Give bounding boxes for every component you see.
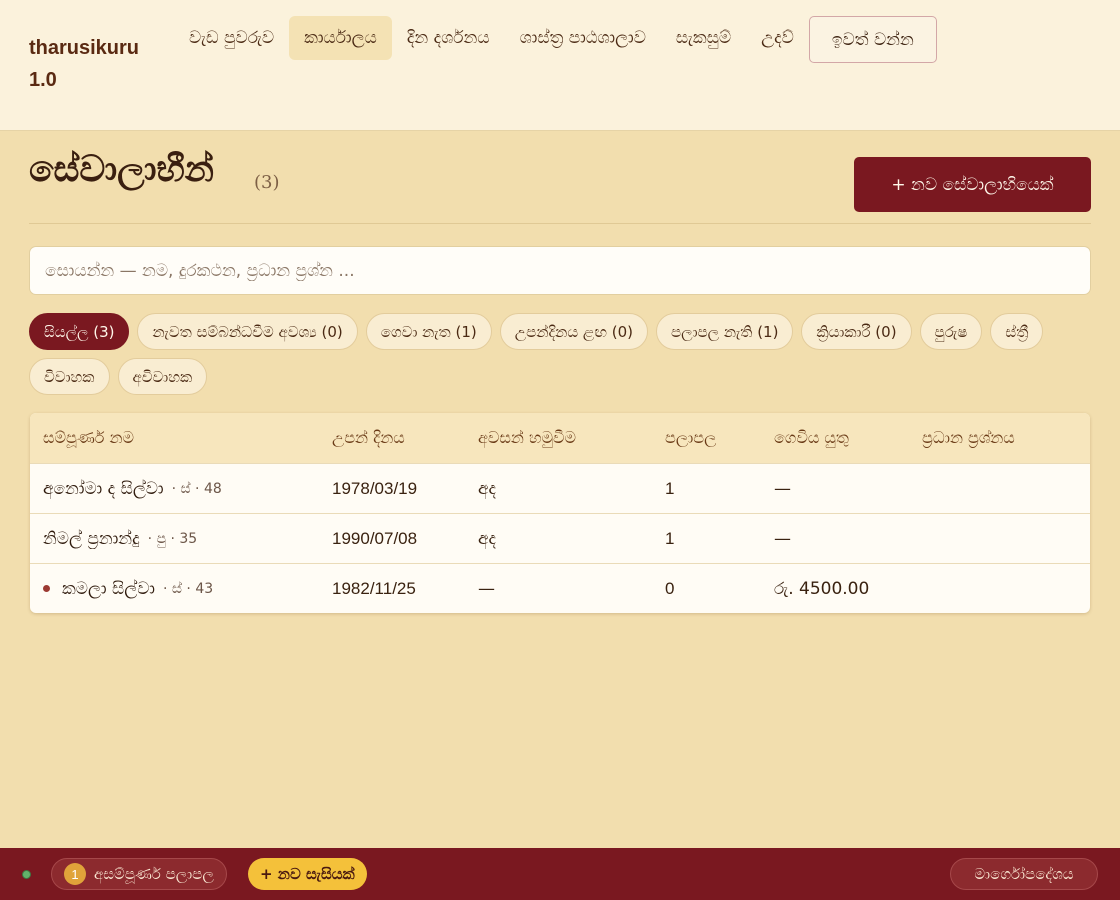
incomplete-readings-label: අසම්පූර්ණ පලාපල	[94, 865, 214, 883]
pending-count-badge: 1	[64, 863, 86, 885]
col-header-readings[interactable]: පලාපල	[665, 428, 774, 448]
readings-cell: 0	[665, 578, 675, 598]
filter-needs-followup[interactable]: නැවත සම්බන්ධවීම අවශ්‍ය (0)	[137, 313, 358, 350]
client-meta: · ස් · 43	[163, 580, 214, 597]
filter-birthday-soon[interactable]: උපන්දිනය ළඟ (0)	[499, 313, 648, 350]
filter-married[interactable]: විවාහක	[29, 358, 110, 395]
last-meeting-cell: අද	[478, 528, 497, 549]
client-count: (3)	[254, 172, 280, 193]
top-bar: tharusikuru 1.0 වැඩ පුවරුව කාර්යාලය දින …	[0, 0, 1120, 131]
app-brand: tharusikuru 1.0	[29, 37, 140, 91]
client-name: නිමල් ප්‍රනාන්දු	[43, 528, 140, 549]
filter-unmarried[interactable]: අවිවාහක	[117, 358, 208, 395]
nav-item-office[interactable]: කාර්යාලය	[289, 16, 392, 60]
col-header-amount-due[interactable]: ගෙවිය යුතු	[774, 428, 922, 448]
dob-cell: 1990/07/08	[332, 528, 418, 548]
table-row[interactable]: නිමල් ප්‍රනාන්දු · පු · 35 1990/07/08 අද…	[30, 513, 1090, 563]
page-title: සේවාලාභීන්	[29, 148, 215, 190]
nav-item-calendar[interactable]: දින දර්ශනය	[392, 16, 505, 60]
main-nav: වැඩ පුවරුව කාර්යාලය දින දර්ශනය ශාස්ත්‍ර …	[174, 16, 954, 63]
filter-female[interactable]: ස්ත්‍රී	[990, 313, 1044, 350]
col-header-main-issue[interactable]: ප්‍රධාන ප්‍රශ්නය	[922, 428, 1090, 448]
client-name: අනෝමා ද සිල්වා	[43, 478, 164, 499]
search-input[interactable]	[29, 246, 1091, 295]
table-row[interactable]: අනෝමා ද සිල්වා · ස් · 48 1978/03/19 අද 1…	[30, 463, 1090, 513]
last-meeting-cell: —	[478, 578, 495, 599]
readings-cell: 1	[665, 478, 675, 498]
new-session-button[interactable]: + නව සැසියක්	[248, 858, 367, 890]
filter-active[interactable]: ක්‍රියාකාරී (0)	[801, 313, 912, 350]
incomplete-readings-button[interactable]: 1 අසම්පූර්ණ පලාපල	[51, 858, 227, 890]
clients-table: සම්පූර්ණ නම උපන් දිනය අවසන් හමුවීම පලාපල…	[30, 413, 1090, 613]
nav-item-dashboard[interactable]: වැඩ පුවරුව	[174, 16, 289, 60]
client-meta: · පු · 35	[147, 530, 198, 547]
amount-due-cell: රු. 4500.00	[774, 578, 870, 599]
name-cell: නිමල් ප්‍රනාන්දු · පු · 35	[30, 529, 332, 549]
dob-cell: 1982/11/25	[332, 578, 416, 598]
new-client-button[interactable]: + නව සේවාලාභියෙක්	[854, 157, 1091, 212]
client-name: කමලා සිල්වා	[62, 578, 156, 599]
name-cell: අනෝමා ද සිල්වා · ස් · 48	[30, 479, 332, 499]
amount-due-cell: —	[774, 528, 791, 549]
logout-button[interactable]: ඉවත් වන්න	[808, 16, 937, 63]
nav-item-help[interactable]: උදව්	[746, 16, 809, 60]
divider	[29, 223, 1091, 224]
footer-bar: 1 අසම්පූර්ණ පලාපල මාර්ගෝපදේශය	[0, 848, 1120, 900]
name-cell: කමලා සිල්වා · ස් · 43	[30, 579, 332, 599]
nav-item-astrology-school[interactable]: ශාස්ත්‍ර පාඨශාලාව	[505, 16, 661, 60]
table-row[interactable]: කමලා සිල්වා · ස් · 43 1982/11/25 — 0 රු.…	[30, 563, 1090, 613]
unpaid-indicator-icon	[43, 585, 50, 592]
status-online-icon	[22, 870, 31, 879]
filter-chips: සියල්ල (3) නැවත සම්බන්ධවීම අවශ්‍ය (0) ගෙ…	[29, 313, 1099, 395]
filter-male[interactable]: පුරුෂ	[919, 313, 983, 350]
filter-no-readings[interactable]: පලාපල නැති (1)	[655, 313, 794, 350]
table-header-row: සම්පූර්ණ නම උපන් දිනය අවසන් හමුවීම පලාපල…	[30, 413, 1090, 463]
col-header-full-name[interactable]: සම්පූර්ණ නම	[30, 428, 332, 448]
col-header-last-meeting[interactable]: අවසන් හමුවීම	[478, 428, 665, 448]
filter-unpaid[interactable]: ගෙවා නැත (1)	[365, 313, 492, 350]
guide-button[interactable]: මාර්ගෝපදේශය	[950, 858, 1098, 890]
amount-due-cell: —	[774, 478, 791, 499]
last-meeting-cell: අද	[478, 478, 497, 499]
nav-item-settings[interactable]: සැකසුම්	[661, 16, 746, 60]
filter-all[interactable]: සියල්ල (3)	[29, 313, 130, 350]
readings-cell: 1	[665, 528, 675, 548]
dob-cell: 1978/03/19	[332, 478, 418, 498]
client-meta: · ස් · 48	[171, 480, 222, 497]
col-header-dob[interactable]: උපන් දිනය	[332, 428, 478, 448]
